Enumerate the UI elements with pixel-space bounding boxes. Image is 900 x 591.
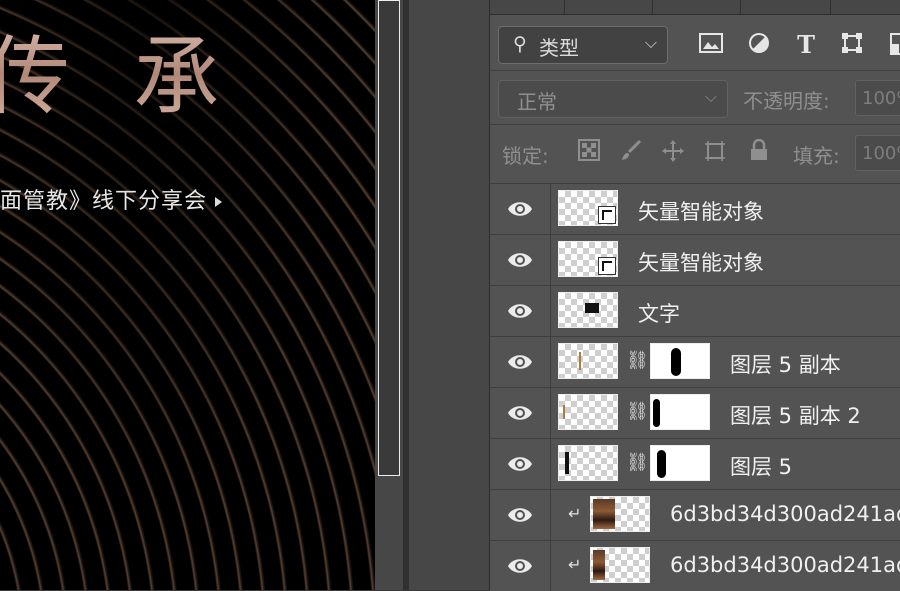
- layers-panel: ⚲ 类型 ⌵ T 正常 ⌵ 不透明度: 100% 锁定:: [489, 0, 900, 591]
- layer-row[interactable]: ⛓ 图层 5 副本 2: [490, 387, 900, 438]
- layer-thumbnail: [558, 343, 618, 379]
- eye-icon: [508, 406, 532, 420]
- layer-name: 图层 5: [730, 455, 793, 479]
- smart-object-badge-icon: [598, 257, 616, 275]
- visibility-toggle[interactable]: [490, 337, 551, 387]
- lock-transparent-pixels-icon[interactable]: [576, 139, 602, 165]
- layer-name: 矢量智能对象: [638, 251, 764, 275]
- lock-fill-row: 锁定: 填充: 100%: [490, 130, 900, 176]
- move-icon[interactable]: [660, 139, 686, 165]
- eye-icon: [508, 304, 532, 318]
- opacity-input[interactable]: 100%: [855, 80, 900, 116]
- layer-mask-thumbnail[interactable]: [650, 394, 710, 430]
- layer-mask-thumbnail[interactable]: [650, 343, 710, 379]
- eye-icon: [508, 253, 532, 267]
- blend-opacity-row: 正常 ⌵ 不透明度: 100%: [490, 78, 900, 122]
- layer-thumbnail: [558, 394, 618, 430]
- layer-name: 6d3bd34d300ad241adc: [670, 502, 900, 526]
- layer-name: 6d3bd34d300ad241adc: [670, 553, 900, 577]
- hero-title: 传 承: [0, 6, 237, 131]
- hero-subtitle-text: 面管教》线下分享会: [0, 189, 208, 214]
- layer-name: 文字: [638, 302, 680, 326]
- layer-thumbnail: [558, 445, 618, 481]
- filter-kind-label: 类型: [539, 36, 579, 60]
- blend-mode-label: 正常: [517, 90, 557, 114]
- layer-row[interactable]: ⛓ 图层 5 副本: [490, 336, 900, 387]
- chain-link-icon[interactable]: ⛓: [626, 349, 649, 373]
- scrollbar-thumb[interactable]: [378, 0, 400, 476]
- visibility-toggle[interactable]: [490, 439, 551, 489]
- visibility-toggle[interactable]: [490, 490, 551, 540]
- visibility-toggle[interactable]: [490, 184, 551, 234]
- chevron-down-icon: ⌵: [644, 33, 657, 52]
- lock-label: 锁定:: [502, 144, 549, 168]
- play-triangle-icon: [215, 197, 223, 207]
- eye-icon: [508, 508, 532, 522]
- filter-kind-select[interactable]: ⚲ 类型 ⌵: [498, 26, 668, 64]
- artboard-icon[interactable]: [702, 139, 728, 165]
- adjustment-filter-icon[interactable]: [746, 32, 772, 58]
- eye-icon: [508, 457, 532, 471]
- chevron-down-icon: ⌵: [704, 87, 717, 106]
- panel-tab-bar: [490, 0, 900, 15]
- layer-thumbnail: [558, 292, 618, 328]
- search-icon: ⚲: [513, 33, 527, 55]
- document-canvas[interactable]: 传 承 面管教》线下分享会: [0, 0, 375, 590]
- clipping-arrow-icon: ↵: [568, 504, 582, 523]
- clipping-arrow-icon: ↵: [568, 555, 582, 574]
- layer-row[interactable]: ↵ 6d3bd34d300ad241adc: [490, 540, 900, 591]
- chain-link-icon[interactable]: ⛓: [626, 400, 649, 424]
- visibility-toggle[interactable]: [490, 541, 551, 591]
- opacity-label: 不透明度:: [743, 89, 830, 113]
- layer-filter-row: ⚲ 类型 ⌵ T: [490, 24, 900, 68]
- visibility-toggle[interactable]: [490, 286, 551, 336]
- layer-row[interactable]: ↵ 6d3bd34d300ad241adc: [490, 489, 900, 540]
- fill-label: 填充:: [793, 144, 840, 168]
- layer-name: 图层 5 副本: [730, 353, 841, 377]
- layer-row[interactable]: 文字: [490, 285, 900, 336]
- eye-icon: [508, 559, 532, 573]
- blend-mode-select[interactable]: 正常 ⌵: [498, 80, 728, 118]
- layer-row[interactable]: ⛓ 图层 5: [490, 438, 900, 489]
- lock-icon[interactable]: [746, 138, 772, 165]
- eye-icon: [508, 355, 532, 369]
- visibility-toggle[interactable]: [490, 235, 551, 285]
- shape-filter-icon[interactable]: [839, 32, 865, 58]
- layer-row[interactable]: 矢量智能对象: [490, 234, 900, 285]
- image-filter-icon[interactable]: [698, 32, 724, 58]
- layer-name: 矢量智能对象: [638, 200, 764, 224]
- layer-thumbnail: [558, 241, 618, 277]
- fill-input[interactable]: 100%: [855, 135, 900, 171]
- layer-name: 图层 5 副本 2: [730, 404, 861, 428]
- eye-icon: [508, 202, 532, 216]
- smart-object-badge-icon: [598, 206, 616, 224]
- smart-object-filter-icon[interactable]: [884, 32, 900, 58]
- layer-list: 矢量智能对象 矢量智能对象 文字 ⛓ 图层 5 副本 ⛓ 图层 5 副本 2 ⛓…: [490, 183, 900, 591]
- brush-icon[interactable]: [618, 139, 644, 165]
- visibility-toggle[interactable]: [490, 388, 551, 438]
- type-filter-icon[interactable]: T: [793, 32, 819, 58]
- layer-thumbnail: [590, 496, 650, 532]
- layer-thumbnail: [558, 190, 618, 226]
- layer-thumbnail: [590, 547, 650, 583]
- canvas-scrollbar[interactable]: [375, 0, 403, 590]
- layer-row[interactable]: 矢量智能对象: [490, 183, 900, 234]
- layer-mask-thumbnail[interactable]: [650, 445, 710, 481]
- chain-link-icon[interactable]: ⛓: [626, 451, 649, 475]
- hero-subtitle: 面管教》线下分享会: [0, 183, 223, 215]
- panel-dock: [409, 0, 489, 590]
